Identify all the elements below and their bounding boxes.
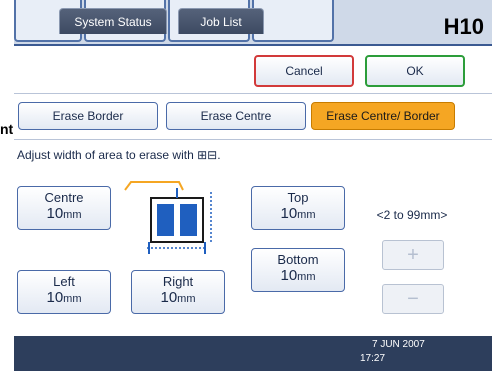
bottom-value: 10	[280, 267, 298, 284]
ok-button[interactable]: OK	[365, 55, 465, 87]
left-label: Left	[53, 274, 75, 289]
cancel-button[interactable]: Cancel	[254, 55, 354, 87]
time: 17:27	[360, 353, 386, 364]
job-list-button[interactable]: Job List	[178, 8, 264, 34]
centre-value: 10	[46, 205, 64, 222]
edge-label: nt	[0, 121, 14, 137]
divider	[14, 139, 492, 140]
right-label: Right	[162, 274, 194, 289]
copier-panel: H10 Cancel OK Erase Border Erase Centre …	[14, 0, 492, 371]
top-divider	[14, 44, 492, 46]
right-unit: mm	[177, 293, 196, 305]
centre-label: Centre	[44, 190, 84, 205]
centre-unit: mm	[63, 209, 82, 221]
left-button[interactable]: Left 10mm	[17, 270, 111, 314]
system-status-button[interactable]: System Status	[59, 8, 167, 34]
left-unit: mm	[63, 293, 82, 305]
tab-erase-centre-border[interactable]: Erase Centre/ Border	[311, 102, 455, 130]
tab-erase-border[interactable]: Erase Border	[18, 102, 158, 130]
erase-diagram-icon	[124, 181, 212, 254]
instruction-text: Adjust width of area to erase with ⊞⊟.	[17, 148, 221, 162]
decrease-button[interactable]: −	[382, 284, 444, 314]
top-label: Top	[287, 190, 309, 205]
top-unit: mm	[297, 209, 316, 221]
right-button[interactable]: Right 10mm	[131, 270, 225, 314]
left-value: 10	[46, 289, 64, 306]
date: 7 JUN 2007	[372, 339, 425, 350]
range-hint: <2 to 99mm>	[376, 208, 448, 222]
bottom-unit: mm	[297, 271, 316, 283]
centre-button[interactable]: Centre 10mm	[17, 186, 111, 230]
top-tab-4[interactable]	[252, 0, 334, 42]
top-value: 10	[280, 205, 298, 222]
divider	[14, 93, 492, 94]
right-value: 10	[160, 289, 178, 306]
figure-code: H10	[443, 14, 484, 39]
top-button[interactable]: Top 10mm	[251, 186, 345, 230]
bottom-label: Bottom	[277, 252, 319, 267]
bottom-button[interactable]: Bottom 10mm	[251, 248, 345, 292]
tab-erase-centre[interactable]: Erase Centre	[166, 102, 306, 130]
increase-button[interactable]: +	[382, 240, 444, 270]
date-time: 7 JUN 2007 17:27	[360, 338, 425, 366]
